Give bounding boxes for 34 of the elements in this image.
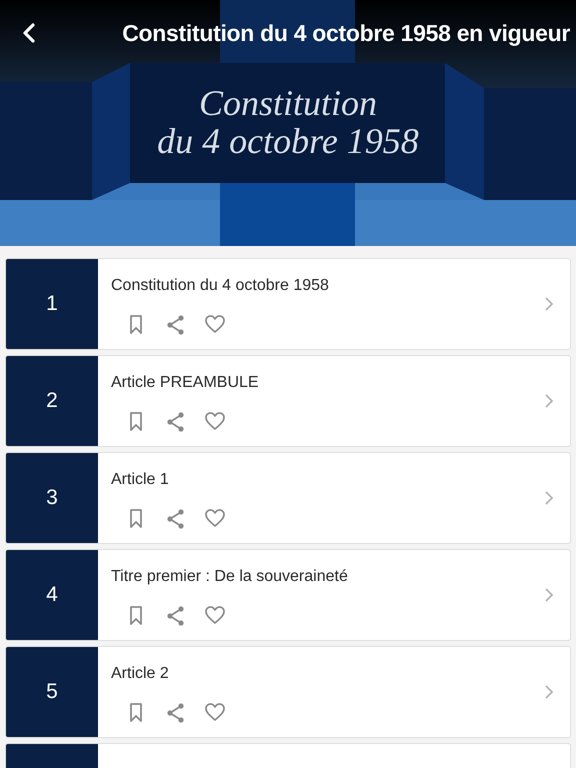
item-number: 5 xyxy=(6,647,98,737)
heart-icon[interactable] xyxy=(205,314,225,335)
item-number: 2 xyxy=(6,356,98,446)
item-title: Article 1 xyxy=(111,470,170,490)
back-icon xyxy=(21,22,37,44)
share-icon[interactable] xyxy=(166,605,186,626)
item-title: Article 2 xyxy=(111,664,170,684)
item-number: 1 xyxy=(6,259,98,349)
item-number: 3 xyxy=(6,453,98,543)
list-card[interactable]: 1 Constitution du 4 octobre 1958 xyxy=(5,258,571,350)
heart-icon[interactable] xyxy=(205,508,225,529)
heart-icon[interactable] xyxy=(205,605,225,626)
share-icon[interactable] xyxy=(166,314,186,335)
item-title: Article PREAMBULE xyxy=(111,373,260,393)
share-icon[interactable] xyxy=(166,702,186,723)
chevron-right-icon xyxy=(544,490,554,506)
item-title: Constitution du 4 octobre 1958 xyxy=(111,276,330,296)
list-card[interactable]: 3 Article 1 xyxy=(5,452,571,544)
chevron-right-icon xyxy=(544,393,554,409)
item-title: Titre premier : De la souveraineté xyxy=(111,567,349,587)
banner-title: du 4 octobre 1958 xyxy=(157,122,419,160)
share-icon[interactable] xyxy=(166,411,186,432)
heart-icon[interactable] xyxy=(205,702,225,723)
banner-title: Constitution xyxy=(198,84,378,122)
chevron-right-icon xyxy=(544,684,554,700)
item-number: 4 xyxy=(6,550,98,640)
page-title: Constitution du 4 octobre 1958 en vigueur xyxy=(121,18,570,48)
chevron-right-icon xyxy=(544,587,554,603)
heart-icon[interactable] xyxy=(205,411,225,432)
share-icon[interactable] xyxy=(166,508,186,529)
chevron-right-icon xyxy=(544,296,554,312)
list-card[interactable]: 4 Titre premier : De la souveraineté xyxy=(5,549,571,641)
list-card[interactable]: 2 Article PREAMBULE xyxy=(5,355,571,447)
list-card[interactable]: 5 Article 2 xyxy=(5,646,571,738)
